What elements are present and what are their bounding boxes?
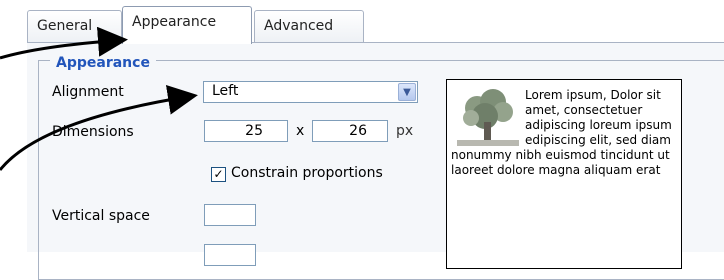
annotation-arrows	[0, 26, 198, 171]
arrow-to-alignment-select	[0, 84, 198, 171]
arrow-to-appearance-tab	[0, 26, 128, 60]
